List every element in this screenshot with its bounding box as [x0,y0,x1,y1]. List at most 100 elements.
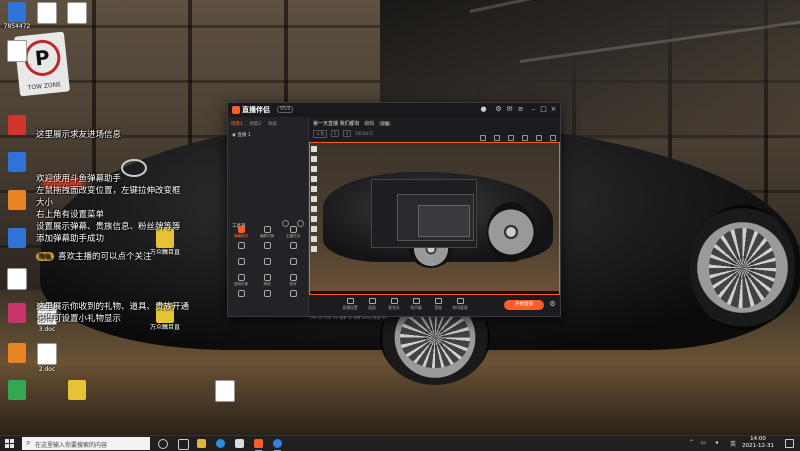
toolbox-item[interactable] [230,290,252,298]
search-icon: ⌕ [26,438,31,447]
desktop-icon[interactable] [62,2,92,25]
clock-time: 14:00 [750,436,766,442]
toolbox-item[interactable]: 弹幕助手 [230,226,252,239]
scene-tab-2[interactable]: 场景2 [249,122,261,127]
close-icon[interactable]: × [550,106,557,113]
control-bar-item[interactable]: 扬声器 [407,298,425,311]
tool-icon [237,290,245,297]
desktop-icon[interactable]: 万众瞩目直播 [150,228,180,256]
store-icon[interactable] [235,439,244,448]
cortana-icon[interactable] [158,439,168,449]
task-view-icon[interactable] [178,439,189,450]
gear-icon[interactable]: ⚙ [549,301,556,308]
control-bar-item[interactable]: 麦克风 [385,298,403,311]
scene-tab-1[interactable]: 场景1 [231,122,243,127]
app-logo-icon [232,106,240,114]
desktop-icon[interactable] [32,2,62,25]
toolbox-item[interactable]: 美颜 [256,274,278,287]
control-bar-item[interactable]: 画面 [363,298,381,311]
menu-icon[interactable]: ≡ [517,106,524,113]
stream-title-row: 第一天直播 我们都有 编辑 开播 [313,120,391,127]
toolbox-item[interactable] [256,258,278,266]
toolbox-item[interactable]: 音效 [282,274,304,287]
desktop-icon[interactable] [2,268,32,291]
control-bar-item[interactable]: 房间管理 [451,298,469,311]
screenshot-icon[interactable] [479,135,486,141]
desktop-icon[interactable] [2,115,32,136]
share-icon[interactable] [550,135,556,141]
live-badge: 开播 [378,121,391,126]
taskbar-search-box[interactable]: ⌕ 在这里输入你要搜索的内容 [22,437,150,450]
layout-icon[interactable] [507,135,514,141]
toolbox-item[interactable] [282,242,304,250]
file-explorer-icon[interactable] [197,439,206,448]
volume-icon[interactable]: ◂ [715,439,718,446]
popout-icon[interactable] [535,135,542,141]
input-method-indicator[interactable]: 英 [730,439,736,448]
toolbox-item[interactable] [230,242,252,250]
toolbox-item[interactable]: 横屏切换 [256,226,278,239]
tool-icon [237,258,245,265]
app-titlebar[interactable]: 直播伴侣 V5.0 ● ⚙ ✉ ≡ – □ × [228,103,560,117]
record-icon[interactable] [493,135,500,141]
file-icon [7,268,27,290]
platform-stat: 斗鱼 [313,130,328,138]
windows-taskbar: ⌕ 在这里输入你要搜索的内容 ⌃ ▭ ◂ 英 14:00 2021-12-31 [0,435,800,451]
minimize-icon[interactable]: – [530,106,537,113]
toolbox-item[interactable] [256,290,278,298]
desktop-icon[interactable] [210,380,240,403]
chat-user-tag: 降临 [36,252,55,261]
fullscreen-icon[interactable] [521,135,528,141]
tool-icon [263,258,271,265]
desktop-icon[interactable] [2,303,32,324]
wallpaper-toyota-logo [121,159,147,177]
edge-browser-icon[interactable] [216,439,225,448]
live-streaming-app-window[interactable]: 直播伴侣 V5.0 ● ⚙ ✉ ≡ – □ × 场景1 场景2 添加 ◉ 直播 … [227,102,561,320]
toolbox-item[interactable]: 虚拟形象 [230,274,252,287]
message-icon[interactable]: ✉ [506,106,513,113]
desktop-icon[interactable] [62,380,92,401]
toolbox-item[interactable] [230,258,252,266]
desktop-icon[interactable] [2,228,32,249]
toolbox-item[interactable] [282,290,304,298]
settings-icon[interactable]: ⚙ [495,106,502,113]
desktop-icon[interactable]: 7854472 [2,2,32,30]
scene-source-item[interactable]: ◉ 直播 1 [232,132,251,138]
chat-line: 右上角有设置菜单 [36,210,105,220]
chevron-up-icon[interactable]: ⌃ [689,439,694,446]
desktop-icon[interactable] [2,152,32,173]
desktop-icon[interactable]: 2.doc [32,343,62,373]
chat-line: 欢迎使用斗鱼弹幕助手 [36,174,122,184]
toolbox-item[interactable]: 主播任务 [282,226,304,239]
stream-preview[interactable] [309,142,560,295]
desktop-icon-label: 2.doc [38,366,56,373]
scene-tab-add[interactable]: 添加 [268,122,277,127]
edit-title-button[interactable]: 编辑 [364,121,374,127]
stream-info-bar: 第一天直播 我们都有 编辑 开播 斗鱼 0 0 7854472 [309,117,560,141]
app-version-badge: V5.0 [277,106,294,113]
chat-text: 喜欢主播的可以点个关注 [58,252,152,262]
control-bar-item[interactable]: 直播设置 [341,298,359,311]
desktop-icon-label: 7854472 [3,23,31,30]
notification-center-icon[interactable] [785,439,794,448]
control-label: 画面 [368,305,376,310]
avatar-icon[interactable]: ● [480,106,487,113]
desktop-icon[interactable] [2,380,32,401]
desktop-icon[interactable] [2,190,32,211]
desktop-icon[interactable] [2,343,32,364]
control-bar-item[interactable]: 音效 [429,298,447,311]
tool-icon [237,226,245,233]
toolbox-item[interactable] [256,242,278,250]
toolbox-item[interactable] [282,258,304,266]
eye-icon[interactable]: ◉ [232,133,236,138]
maximize-icon[interactable]: □ [540,106,547,113]
streaming-app-taskbar-icon[interactable] [254,439,263,451]
windows-start-icon[interactable] [5,439,14,448]
start-live-button[interactable]: 开始直播 [504,300,544,310]
file-icon [8,303,26,323]
desktop-icon[interactable] [2,40,32,63]
network-icon[interactable]: ▭ [700,439,706,446]
tool-icon [289,274,297,281]
system-clock[interactable]: 14:00 2021-12-31 [742,436,774,450]
chrome-icon[interactable] [273,439,282,451]
